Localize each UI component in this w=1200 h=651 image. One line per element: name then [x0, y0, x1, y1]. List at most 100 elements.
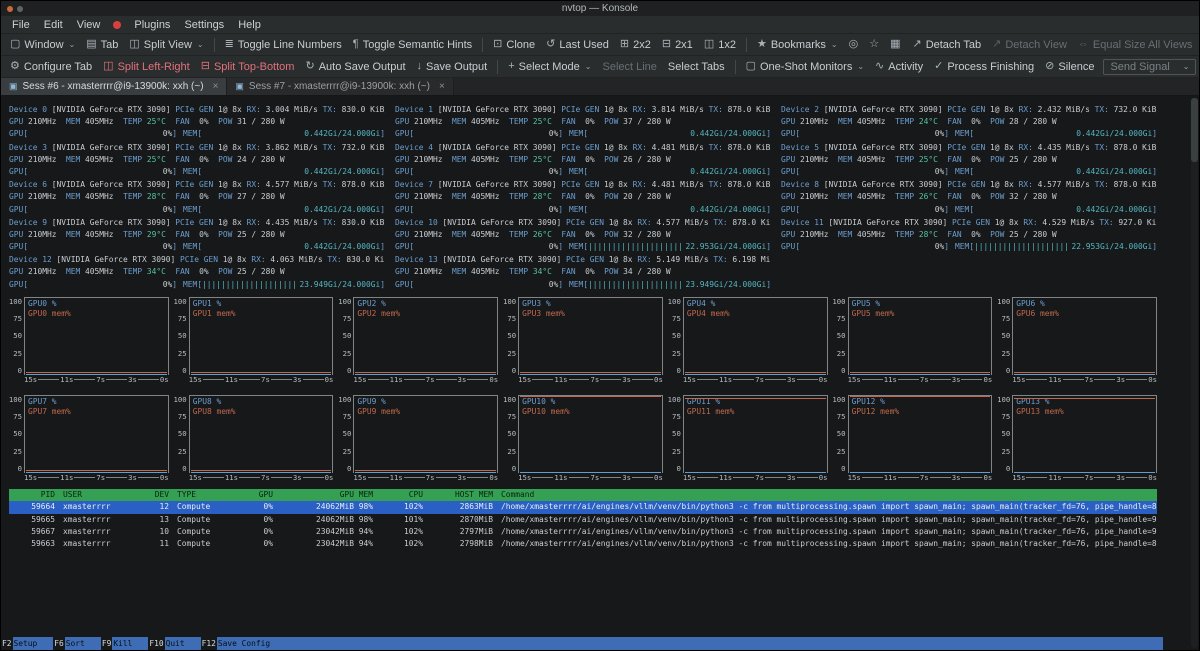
- save-output-button[interactable]: ↓Save Output: [412, 59, 493, 75]
- value-text: 0%: [163, 166, 173, 178]
- bookmarks-button[interactable]: ★Bookmarks⌄: [752, 37, 843, 53]
- function-key-f2[interactable]: F2: [1, 637, 13, 650]
- label-text: TEMP: [509, 230, 533, 239]
- close-icon[interactable]: ×: [439, 81, 445, 92]
- clone-button[interactable]: ⊡Clone: [488, 37, 540, 53]
- split-left-right-button[interactable]: ◫Split Left-Right: [98, 59, 195, 75]
- y-tick: 75: [13, 314, 22, 323]
- detach-tab-button[interactable]: ↗Detach Tab: [907, 37, 986, 53]
- x-axis-dash: [733, 379, 754, 380]
- process-row-59664[interactable]: 59664xmasterrrr12Compute0%24062MiB 98%10…: [9, 501, 1157, 513]
- button-label: Activity: [888, 61, 923, 73]
- silence-button[interactable]: ⊘Silence: [1040, 59, 1099, 75]
- last-used-button[interactable]: ↺Last Used: [541, 37, 614, 53]
- gpu-usage-line: [355, 472, 496, 473]
- titlebar[interactable]: nvtop — Konsole: [1, 1, 1199, 16]
- button-label: Last Used: [559, 39, 609, 51]
- value-text: 0%: [163, 204, 173, 216]
- function-key-f6[interactable]: F6: [53, 637, 65, 650]
- menu-edit[interactable]: Edit: [37, 18, 70, 32]
- value-text: 878.0 KiB/s: [1114, 143, 1157, 152]
- memory-value-text: 23.949Gi/24.000Gi: [685, 279, 766, 291]
- menu-view[interactable]: View: [70, 18, 108, 32]
- function-key-label-kill[interactable]: Kill: [112, 637, 148, 650]
- window-button[interactable]: ▢Window⌄: [5, 37, 80, 53]
- menu-plugins[interactable]: Plugins: [127, 18, 177, 32]
- process-row-59663[interactable]: 59663xmasterrrr11Compute0%23042MiB 94%10…: [9, 538, 1157, 550]
- process-finishing-button[interactable]: ✓Process Finishing: [929, 59, 1039, 75]
- text: [800, 241, 935, 253]
- function-key-label-setup[interactable]: Setup: [13, 637, 54, 650]
- label-text: TX:: [1099, 218, 1118, 227]
- x-tick: 3s: [293, 473, 302, 482]
- search-button[interactable]: ◎: [844, 37, 864, 52]
- menu-file[interactable]: File: [5, 18, 37, 32]
- value-text: 405MHz: [471, 230, 509, 239]
- process-cell: 0%: [239, 501, 273, 513]
- process-cell: Compute: [177, 538, 231, 550]
- memory-value-text: 0.442Gi/24.000Gi: [304, 128, 380, 140]
- process-cell: 24062MiB 98%: [281, 501, 373, 513]
- split-top-bottom-button[interactable]: ⊟Split Top-Bottom: [196, 59, 300, 75]
- one-shot-monitors-button[interactable]: ▢One-Shot Monitors⌄: [741, 59, 869, 75]
- split-view-button[interactable]: ◫Split View⌄: [124, 37, 208, 53]
- function-key-f10[interactable]: F10: [148, 637, 164, 650]
- configure-tab-button[interactable]: ⚙Configure Tab: [5, 59, 97, 75]
- mem-series-label: GPU2 mem%: [357, 309, 494, 319]
- toggle-line-numbers-button[interactable]: ≣Toggle Line Numbers: [220, 37, 347, 53]
- bookmark-folder-button[interactable]: ▦: [885, 37, 905, 52]
- process-cell: 59665: [9, 514, 55, 526]
- label-text: TX:: [323, 218, 342, 227]
- label-text: GPU: [395, 267, 414, 276]
- session-tab-1[interactable]: ▣Sess #7 - xmasterrrr@i9-13900k: xxh (~)…: [227, 78, 453, 95]
- function-key-label-quit[interactable]: Quit: [165, 637, 201, 650]
- scrollbar[interactable]: [1191, 98, 1198, 648]
- session-tab-0[interactable]: ▣Sess #6 - xmasterrrr@i9-13900k: xxh (~)…: [1, 78, 227, 95]
- x-tick: 0s: [1148, 473, 1157, 482]
- function-key-label-save-config[interactable]: Save Config: [217, 637, 286, 650]
- menu-help[interactable]: Help: [231, 18, 268, 32]
- label-text: Device 8: [781, 180, 824, 189]
- function-key-f12[interactable]: F12: [201, 637, 217, 650]
- scrollbar-thumb[interactable]: [1191, 98, 1198, 162]
- 1x2-button[interactable]: ◫1x2: [699, 37, 741, 53]
- gpu-usage-line: [1014, 472, 1155, 473]
- 2x1-button[interactable]: ⊟2x1: [657, 37, 698, 53]
- process-cell: /home/xmasterrrr/ai/engines/vllm/venv/bi…: [501, 514, 1157, 526]
- device-info-line: Device 3 [NVIDIA GeForce RTX 3090] PCIe …: [9, 142, 385, 154]
- function-key-f9[interactable]: F9: [101, 637, 113, 650]
- toggle-semantic-hints-button[interactable]: ¶Toggle Semantic Hints: [348, 37, 477, 53]
- 2x2-button[interactable]: ⊞2x2: [615, 37, 656, 53]
- x-axis-dash: [797, 379, 818, 380]
- value-text: 1@ 8x: [990, 105, 1019, 114]
- tab-button[interactable]: ▤Tab: [81, 37, 123, 53]
- function-key-label-sort[interactable]: Sort: [65, 637, 101, 650]
- menu-settings[interactable]: Settings: [177, 18, 231, 32]
- send-signal-combo[interactable]: Send Signal⌄: [1103, 59, 1196, 75]
- x-tick: 7s: [96, 473, 105, 482]
- auto-save-output-button[interactable]: ↻Auto Save Output: [300, 59, 410, 75]
- close-icon[interactable]: ×: [213, 81, 219, 92]
- x-axis-dash: [436, 379, 457, 380]
- value-text: 27 / 280 W: [237, 192, 285, 201]
- detach-view-button[interactable]: ↗Detach View: [987, 37, 1072, 53]
- select-tabs-button[interactable]: Select Tabs: [663, 59, 730, 75]
- device-clock-line: GPU 210MHz MEM 405MHz TEMP 28°C FAN 0% P…: [781, 229, 1157, 241]
- process-row-59667[interactable]: 59667xmasterrrr10Compute0%23042MiB 94%10…: [9, 526, 1157, 538]
- equal-size-all-views-button[interactable]: ⇔Equal Size All Views: [1073, 37, 1197, 53]
- label-text: TX:: [709, 180, 728, 189]
- terminal-icon: ▣: [235, 81, 244, 92]
- process-row-59665[interactable]: 59665xmasterrrr13Compute0%24062MiB 98%10…: [9, 514, 1157, 526]
- select-mode-button[interactable]: +Select Mode⌄: [503, 59, 596, 75]
- label-text: Device 10: [395, 218, 443, 227]
- label-text: ]: [558, 166, 563, 178]
- activity-button[interactable]: ∿Activity: [870, 59, 928, 75]
- x-tick: 15s: [683, 473, 696, 482]
- terminal-view[interactable]: Device 0 [NVIDIA GeForce RTX 3090] PCIe …: [1, 96, 1199, 650]
- x-axis-dash: [532, 477, 553, 478]
- y-tick: 75: [672, 314, 681, 323]
- label-text: FAN: [175, 267, 199, 276]
- select-line-button[interactable]: Select Line: [597, 59, 661, 75]
- text: [974, 166, 1076, 178]
- bookmark-add-button[interactable]: ☆: [864, 37, 884, 52]
